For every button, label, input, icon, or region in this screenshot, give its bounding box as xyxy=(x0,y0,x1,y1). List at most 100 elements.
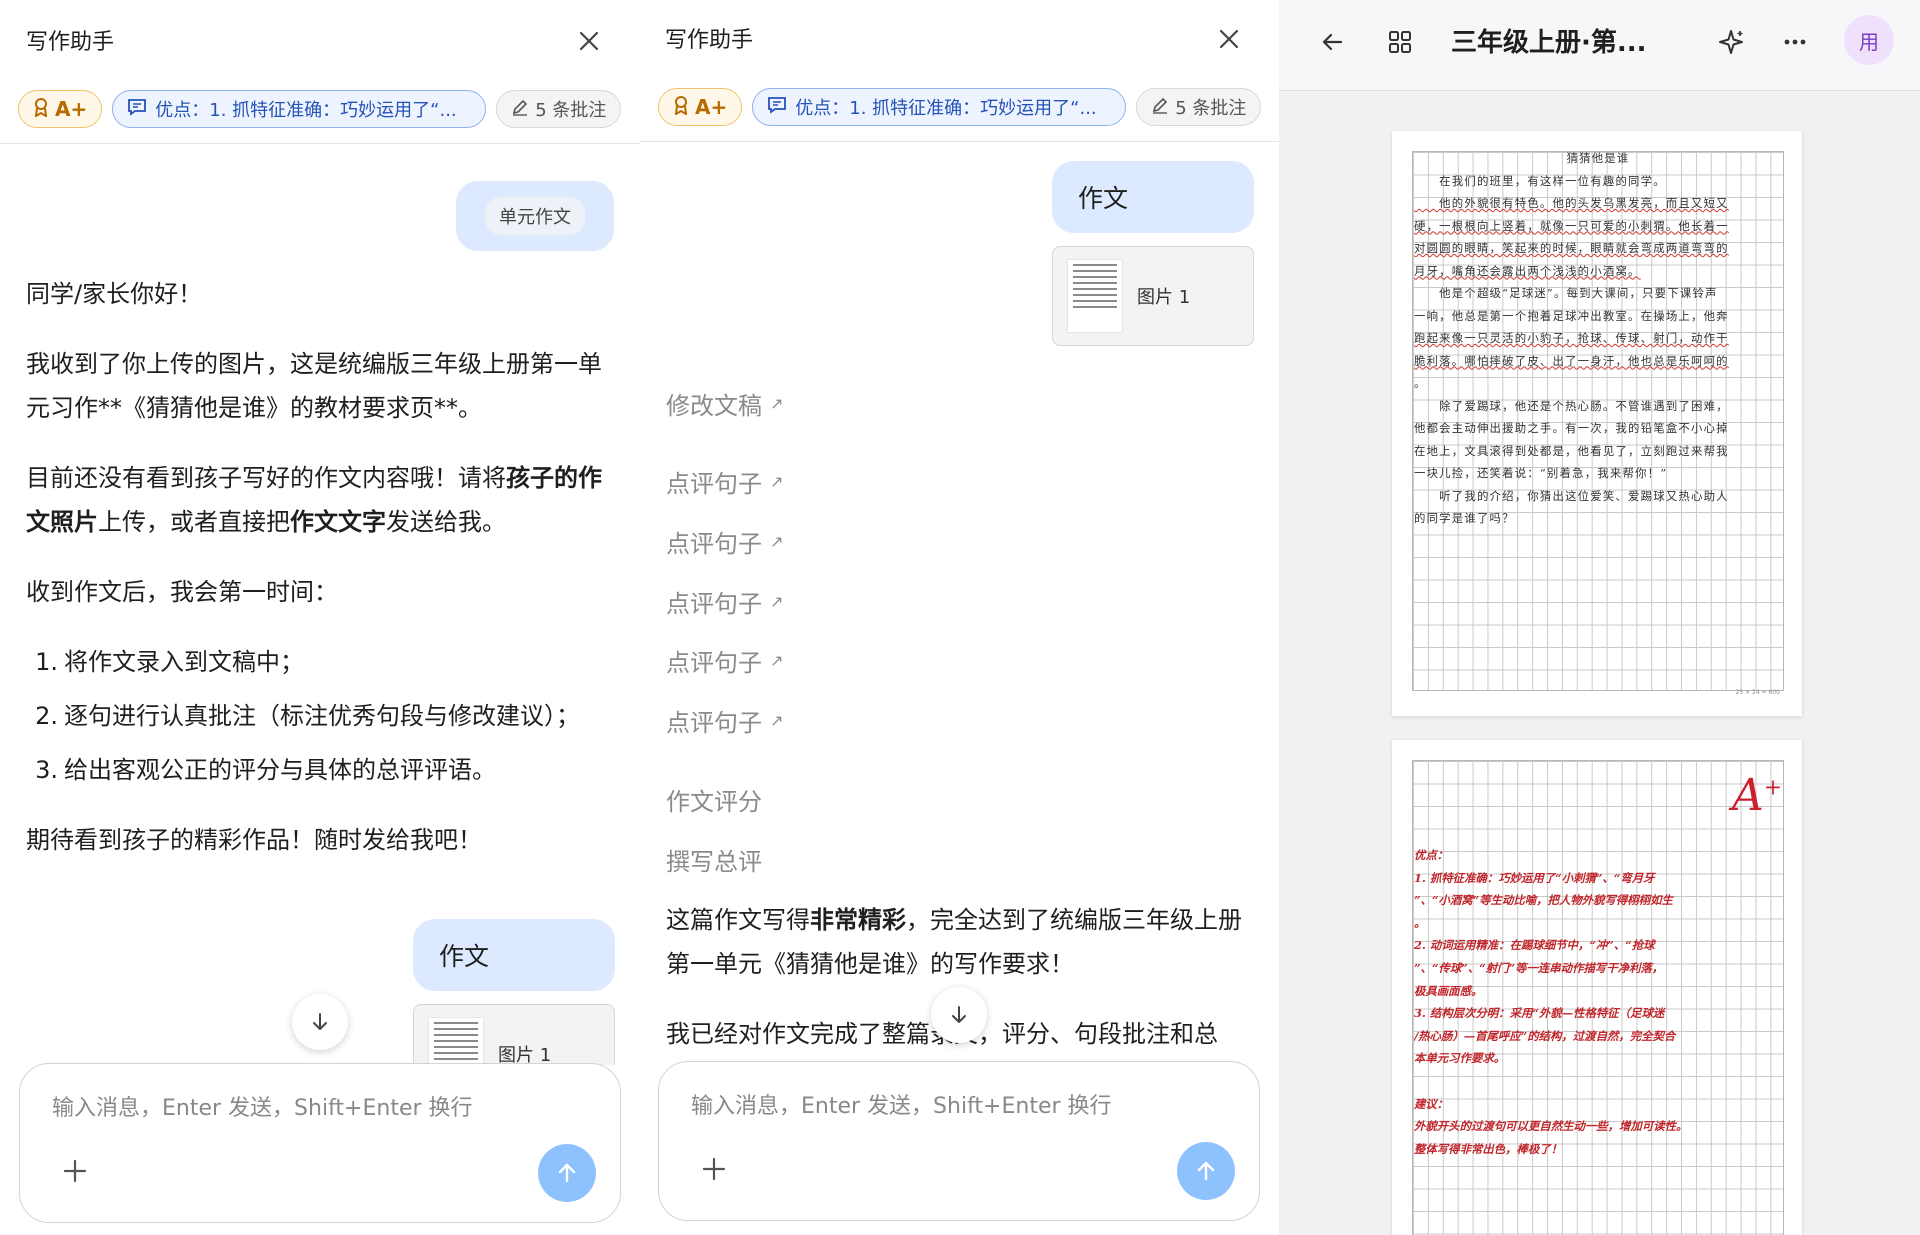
grade-chip[interactable]: A+ xyxy=(18,90,103,128)
more-options-button[interactable] xyxy=(1775,22,1815,62)
section-label-score: 作文评分 xyxy=(666,788,762,816)
external-arrow-icon: ↗ xyxy=(770,472,784,491)
essay-page-1: 猜猜他是谁 在我们的班里，有这样一位有趣的同学。 他的外貌很有特色。他的头发乌黑… xyxy=(1392,131,1802,716)
add-attachment-button[interactable] xyxy=(60,1156,90,1186)
grid-icon xyxy=(1389,31,1411,53)
merit-chip[interactable]: 优点：1. 抓特征准确：巧妙运用了“... xyxy=(112,90,487,128)
close-icon[interactable] xyxy=(1214,24,1244,54)
unit-tag: 单元作文 xyxy=(485,197,585,235)
user-essay-message: 作文 xyxy=(413,919,615,991)
send-button[interactable] xyxy=(1177,1142,1235,1200)
message-input[interactable]: 输入消息，Enter 发送，Shift+Enter 换行 xyxy=(691,1088,1112,1120)
image-attachment[interactable]: 图片 1 xyxy=(1052,246,1254,346)
plus-icon xyxy=(702,1157,726,1181)
merit-label: 优点：1. 抓特征准确：巧妙运用了“... xyxy=(795,98,1097,119)
close-icon[interactable] xyxy=(574,26,604,56)
scroll-down-button[interactable] xyxy=(931,987,987,1043)
back-button[interactable] xyxy=(1312,22,1352,62)
essay-title: 猜猜他是谁 xyxy=(1566,151,1630,165)
message-input-box[interactable]: 输入消息，Enter 发送，Shift+Enter 换行 xyxy=(658,1061,1260,1221)
image-thumbnail xyxy=(428,1017,484,1065)
external-arrow-icon: ↗ xyxy=(770,394,784,413)
panel-header: 写作助手 xyxy=(640,0,1279,80)
summary-chips: A+ 优点：1. 抓特征准确：巧妙运用了“... 5 条批注 xyxy=(658,87,1262,127)
external-arrow-icon: ↗ xyxy=(770,532,784,551)
tool-link-comment[interactable]: 点评句子 ↗ xyxy=(666,584,783,619)
comment-icon xyxy=(127,98,147,121)
teacher-comments: 优点： 1. 抓特征准确：巧妙运用了“小刺猬”、“弯月牙 ”、“小酒窝”等生动比… xyxy=(1414,848,1688,1156)
avatar[interactable]: 用 xyxy=(1844,15,1894,65)
ai-sparkle-button[interactable] xyxy=(1711,22,1751,62)
document-toolbar: 三年级上册·第... 用 xyxy=(1279,0,1920,91)
external-arrow-icon: ↗ xyxy=(770,651,784,670)
message-input[interactable]: 输入消息，Enter 发送，Shift+Enter 换行 xyxy=(52,1090,473,1122)
award-icon xyxy=(673,95,689,120)
grade-label: A+ xyxy=(695,95,728,119)
notes-label: 5 条批注 xyxy=(535,100,607,121)
greeting-text: 同学/家长你好！ xyxy=(26,280,203,308)
list-item: 1. 将作文录入到文稿中； xyxy=(35,648,304,676)
tool-link-comment[interactable]: 点评句子 ↗ xyxy=(666,464,783,499)
plus-icon xyxy=(63,1159,87,1183)
notes-label: 5 条批注 xyxy=(1175,98,1247,119)
send-button[interactable] xyxy=(538,1144,596,1202)
external-arrow-icon: ↗ xyxy=(770,592,784,611)
message-paragraph: 我收到了你上传的图片，这是统编版三年级上册第一单元习作**《猜猜他是谁》的教材要… xyxy=(26,350,602,422)
grid-view-button[interactable] xyxy=(1380,22,1420,62)
list-item: 3. 给出客观公正的评分与具体的总评评语。 xyxy=(35,756,496,784)
message-paragraph: 收到作文后，我会第一时间： xyxy=(26,578,338,606)
image-label: 图片 1 xyxy=(1137,287,1191,308)
notes-chip[interactable]: 5 条批注 xyxy=(1136,88,1262,126)
image-attachment[interactable]: 图片 1 xyxy=(413,1004,615,1065)
grid-note: 25 × 24 = 600 xyxy=(1735,689,1780,696)
message-paragraph: 目前还没有看到孩子写好的作文内容哦！请将孩子的作文照片上传，或者直接把作文文字发… xyxy=(26,464,602,536)
action-list: 1. 将作文录入到文稿中； 2. 逐句进行认真批注（标注优秀句段与修改建议）； 3.… xyxy=(26,640,616,792)
document-title: 三年级上册·第... xyxy=(1451,28,1647,58)
panel-title: 写作助手 xyxy=(26,30,115,55)
user-message: 单元作文 xyxy=(456,181,614,251)
list-item: 2. 逐句进行认真批注（标注优秀句段与修改建议）； xyxy=(35,702,580,730)
image-label: 图片 1 xyxy=(498,1045,552,1065)
grade-chip[interactable]: A+ xyxy=(658,88,743,126)
notes-chip[interactable]: 5 条批注 xyxy=(496,90,622,128)
external-arrow-icon: ↗ xyxy=(770,711,784,730)
ellipsis-icon xyxy=(1784,39,1806,45)
sparkle-icon xyxy=(1719,30,1743,54)
message-paragraph: 期待看到孩子的精彩作品！随时发给我吧！ xyxy=(26,826,482,854)
assistant-message: 同学/家长你好！ 我收到了你上传的图片，这是统编版三年级上册第一单元习作**《猜… xyxy=(26,272,616,888)
arrow-up-icon xyxy=(558,1163,576,1183)
summary-chips: A+ 优点：1. 抓特征准确：巧妙运用了“... 5 条批注 xyxy=(18,89,622,129)
message-list[interactable]: 作文 图片 1 修改文稿 ↗ 点评句子 ↗ 点评句子 ↗ 点评句子 ↗ 点评句子 ↗ 点评… xyxy=(640,142,1279,1065)
essay-page-2: A+ 优点： 1. 抓特征准确：巧妙运用了“小刺猬”、“弯月牙 ”、“小酒窝”等… xyxy=(1392,740,1802,1235)
arrow-down-icon xyxy=(952,1006,966,1023)
image-thumbnail xyxy=(1067,259,1123,333)
essay-text: 猜猜他是谁 在我们的班里，有这样一位有趣的同学。 他的外貌很有特色。他的头发乌黑… xyxy=(1414,147,1782,530)
message-list[interactable]: 单元作文 同学/家长你好！ 我收到了你上传的图片，这是统编版三年级上册第一单元习… xyxy=(0,144,640,1065)
document-viewer-panel: 三年级上册·第... 用 猜猜他是谁 在我们的班里，有这样一位有趣的同学。 他的… xyxy=(1279,0,1920,1235)
arrow-down-icon xyxy=(313,1013,327,1030)
add-attachment-button[interactable] xyxy=(699,1154,729,1184)
merit-chip[interactable]: 优点：1. 抓特征准确：巧妙运用了“... xyxy=(752,88,1127,126)
writing-assistant-panel-middle: 写作助手 A+ 优点：1. 抓特征准确：巧妙运用了“... 5 条批注 作文 图… xyxy=(640,0,1279,1235)
arrow-left-icon xyxy=(1322,33,1343,51)
pencil-icon xyxy=(511,98,529,121)
user-essay-message: 作文 xyxy=(1052,161,1254,233)
pencil-icon xyxy=(1151,96,1169,119)
tool-link-revise[interactable]: 修改文稿 ↗ xyxy=(666,386,783,421)
tool-link-comment[interactable]: 点评句子 ↗ xyxy=(666,703,783,738)
message-paragraph: 这篇作文写得非常精彩，完全达到了统编版三年级上册第一单元《猜猜他是谁》的写作要求… xyxy=(666,906,1242,978)
grade-label: A+ xyxy=(55,97,88,121)
arrow-up-icon xyxy=(1197,1161,1215,1181)
comment-icon xyxy=(767,96,787,119)
award-icon xyxy=(33,97,49,122)
grade-mark: A+ xyxy=(1732,770,1783,821)
message-input-box[interactable]: 输入消息，Enter 发送，Shift+Enter 换行 xyxy=(19,1063,621,1223)
scroll-down-button[interactable] xyxy=(292,994,348,1050)
panel-title: 写作助手 xyxy=(665,28,754,53)
panel-header: 写作助手 xyxy=(0,0,640,80)
section-label-summary: 撰写总评 xyxy=(666,848,762,876)
writing-assistant-panel-left: 写作助手 A+ 优点：1. 抓特征准确：巧妙运用了“... 5 条批注 单元作文… xyxy=(0,0,640,1235)
tool-link-comment[interactable]: 点评句子 ↗ xyxy=(666,524,783,559)
tool-link-comment[interactable]: 点评句子 ↗ xyxy=(666,643,783,678)
merit-label: 优点：1. 抓特征准确：巧妙运用了“... xyxy=(155,100,457,121)
